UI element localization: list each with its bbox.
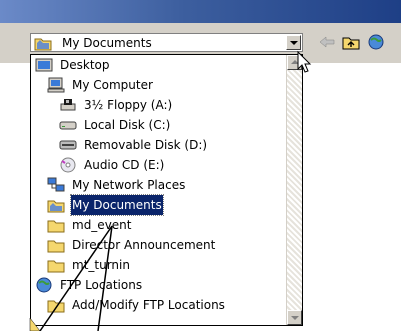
up-folder-icon[interactable] — [342, 33, 360, 51]
dropdown-arrow-button[interactable] — [286, 35, 301, 50]
look-in-dropdown-list[interactable]: Desktop My Computer 3½ Floppy (A:) Local… — [30, 54, 303, 326]
ftp-add-icon — [47, 300, 65, 313]
folder-icon — [34, 38, 52, 51]
documents-icon — [47, 200, 65, 213]
disk-icon — [59, 121, 77, 130]
scrollbar[interactable] — [286, 55, 302, 325]
removable-disk-icon — [59, 140, 77, 150]
web-icon[interactable] — [367, 33, 385, 51]
scroll-down-button[interactable] — [287, 310, 302, 325]
network-icon — [47, 177, 65, 192]
folder-icon — [47, 220, 65, 233]
ftp-icon — [36, 277, 52, 293]
look-in-combobox[interactable]: My Documents — [30, 33, 303, 52]
scroll-up-button[interactable] — [287, 55, 302, 70]
look-in-value: My Documents — [62, 36, 152, 50]
folder-icon — [47, 240, 65, 253]
desktop-icon — [35, 58, 53, 72]
back-arrow-icon[interactable] — [318, 33, 336, 51]
cd-icon — [60, 157, 76, 173]
computer-icon — [47, 77, 65, 93]
floppy-icon — [60, 99, 76, 111]
folder-icon — [47, 260, 65, 273]
title-bar — [0, 0, 401, 23]
